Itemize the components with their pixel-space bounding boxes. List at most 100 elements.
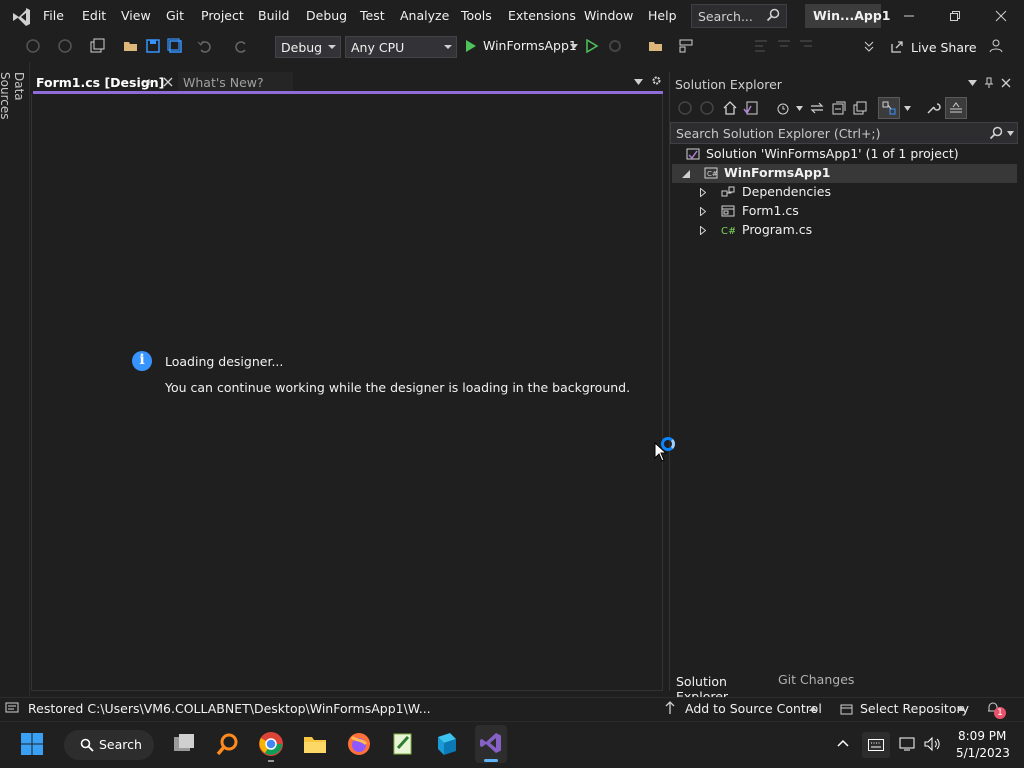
firefox-icon[interactable] bbox=[346, 731, 372, 757]
search-app-icon[interactable] bbox=[215, 731, 241, 757]
live-share-icon[interactable] bbox=[890, 40, 904, 54]
windows-start-icon[interactable] bbox=[20, 732, 44, 756]
show-all-files-icon[interactable] bbox=[852, 100, 868, 116]
chevron-down-icon[interactable] bbox=[796, 106, 803, 111]
gear-icon[interactable] bbox=[651, 75, 662, 86]
solution-explorer-search-input[interactable]: Search Solution Explorer (Ctrl+;) bbox=[670, 122, 1018, 144]
tree-item-project[interactable]: C# WinFormsApp1 bbox=[672, 164, 1017, 183]
show-hidden-icons-chevron-icon[interactable] bbox=[837, 739, 849, 747]
hot-reload-icon[interactable] bbox=[606, 37, 624, 55]
back-icon[interactable] bbox=[677, 100, 693, 116]
align-left-icon[interactable] bbox=[752, 37, 770, 55]
redo-icon[interactable] bbox=[232, 37, 250, 55]
solution-name-badge[interactable]: Win...App1 bbox=[805, 4, 890, 28]
properties-wrench-icon[interactable] bbox=[925, 100, 941, 116]
menu-tools[interactable]: Tools bbox=[461, 8, 492, 23]
menu-view[interactable]: View bbox=[121, 8, 151, 23]
feedback-icon[interactable] bbox=[987, 37, 1005, 55]
close-window-button[interactable] bbox=[978, 0, 1024, 32]
menu-extensions[interactable]: Extensions bbox=[508, 8, 576, 23]
pin-icon[interactable] bbox=[984, 77, 994, 89]
menu-project[interactable]: Project bbox=[201, 8, 244, 23]
history-icon[interactable] bbox=[775, 100, 791, 116]
new-project-icon[interactable] bbox=[88, 37, 106, 55]
menu-git[interactable]: Git bbox=[166, 8, 184, 23]
output-icon[interactable] bbox=[5, 702, 19, 715]
volume-icon[interactable] bbox=[923, 736, 941, 752]
save-all-icon[interactable] bbox=[166, 37, 184, 55]
solution-platform-combo[interactable]: Any CPU bbox=[345, 36, 457, 58]
keyboard-tray-button[interactable] bbox=[862, 732, 890, 758]
collapsed-arrow-icon[interactable] bbox=[700, 207, 706, 216]
save-icon[interactable] bbox=[144, 37, 162, 55]
layout-icon[interactable] bbox=[677, 37, 695, 55]
chevron-down-icon[interactable] bbox=[570, 44, 578, 49]
taskbar-visual-studio-active[interactable] bbox=[475, 725, 507, 763]
chrome-icon[interactable] bbox=[258, 731, 284, 757]
close-tab-icon[interactable] bbox=[163, 77, 173, 87]
tab-solution-explorer[interactable]: Solution Explorer bbox=[670, 669, 770, 704]
live-share-button[interactable]: Live Share bbox=[911, 40, 977, 55]
navigate-back-icon[interactable] bbox=[24, 37, 42, 55]
tab-whats-new[interactable]: What's New? bbox=[178, 72, 293, 92]
pin-icon[interactable] bbox=[143, 77, 153, 87]
chevron-up-icon[interactable] bbox=[957, 706, 965, 711]
notepad-plus-plus-icon[interactable] bbox=[390, 731, 416, 757]
chevron-down-icon[interactable] bbox=[904, 106, 911, 111]
tab-list-dropdown-icon[interactable] bbox=[634, 79, 643, 85]
tree-item-form1[interactable]: Form1.cs bbox=[672, 202, 1017, 221]
menu-file[interactable]: File bbox=[43, 8, 64, 23]
taskbar-clock-time[interactable]: 8:09 PM bbox=[958, 729, 1006, 743]
teams-app-icon[interactable] bbox=[434, 731, 460, 757]
undo-icon[interactable] bbox=[196, 37, 214, 55]
folder-view-icon[interactable] bbox=[647, 37, 665, 55]
menu-test[interactable]: Test bbox=[360, 8, 385, 23]
menu-edit[interactable]: Edit bbox=[82, 8, 106, 23]
pending-changes-filter-toggle[interactable] bbox=[945, 97, 967, 119]
tab-git-changes[interactable]: Git Changes bbox=[770, 669, 870, 691]
taskbar-search-button[interactable]: Search bbox=[64, 730, 154, 760]
chevron-down-icon[interactable] bbox=[1007, 131, 1014, 136]
close-panel-icon[interactable] bbox=[1001, 78, 1011, 88]
toolbar-overflow-icon[interactable] bbox=[860, 37, 878, 55]
tab-form1-design[interactable]: Form1.cs [Design] bbox=[33, 72, 178, 92]
tree-item-program[interactable]: C# Program.cs bbox=[672, 221, 1017, 240]
menu-window[interactable]: Window bbox=[584, 8, 633, 23]
minimize-button[interactable] bbox=[886, 0, 932, 32]
tree-item-solution[interactable]: Solution 'WinFormsApp1' (1 of 1 project) bbox=[672, 145, 1017, 164]
task-view-icon[interactable] bbox=[171, 731, 197, 757]
taskbar-clock-date[interactable]: 5/1/2023 bbox=[956, 746, 1010, 760]
expanded-arrow-icon[interactable] bbox=[682, 170, 690, 178]
file-explorer-icon[interactable] bbox=[302, 731, 328, 757]
navigate-forward-icon[interactable] bbox=[56, 37, 74, 55]
add-to-source-control-button[interactable]: Add to Source Control bbox=[685, 701, 822, 716]
global-search-box[interactable]: Search... bbox=[691, 4, 787, 28]
chevron-up-icon[interactable] bbox=[809, 706, 817, 711]
forward-icon[interactable] bbox=[699, 100, 715, 116]
menu-analyze[interactable]: Analyze bbox=[400, 8, 449, 23]
menu-help[interactable]: Help bbox=[648, 8, 677, 23]
solution-configuration-combo[interactable]: Debug bbox=[275, 36, 341, 58]
start-without-debugging-icon[interactable] bbox=[585, 39, 599, 53]
switch-views-icon[interactable] bbox=[743, 100, 759, 116]
select-repository-button[interactable]: Select Repository bbox=[860, 701, 969, 716]
menu-build[interactable]: Build bbox=[258, 8, 289, 23]
loading-message: You can continue working while the desig… bbox=[165, 380, 631, 395]
preview-selected-items-toggle[interactable] bbox=[878, 97, 900, 119]
start-debugging-icon[interactable] bbox=[464, 39, 478, 53]
collapse-all-icon[interactable] bbox=[831, 100, 847, 116]
home-icon[interactable] bbox=[722, 100, 738, 116]
align-right-icon[interactable] bbox=[797, 37, 815, 55]
collapsed-arrow-icon[interactable] bbox=[700, 226, 706, 235]
sync-icon[interactable] bbox=[809, 100, 825, 116]
maximize-button[interactable] bbox=[932, 0, 978, 32]
start-target-label[interactable]: WinFormsApp1 bbox=[483, 38, 577, 53]
open-folder-icon[interactable] bbox=[122, 37, 140, 55]
menu-debug[interactable]: Debug bbox=[306, 8, 347, 23]
data-sources-tab[interactable]: Data Sources bbox=[0, 72, 26, 142]
panel-options-dropdown-icon[interactable] bbox=[968, 80, 977, 86]
network-icon[interactable] bbox=[899, 736, 917, 752]
align-center-icon[interactable] bbox=[775, 37, 793, 55]
collapsed-arrow-icon[interactable] bbox=[700, 188, 706, 197]
tree-item-dependencies[interactable]: Dependencies bbox=[672, 183, 1017, 202]
